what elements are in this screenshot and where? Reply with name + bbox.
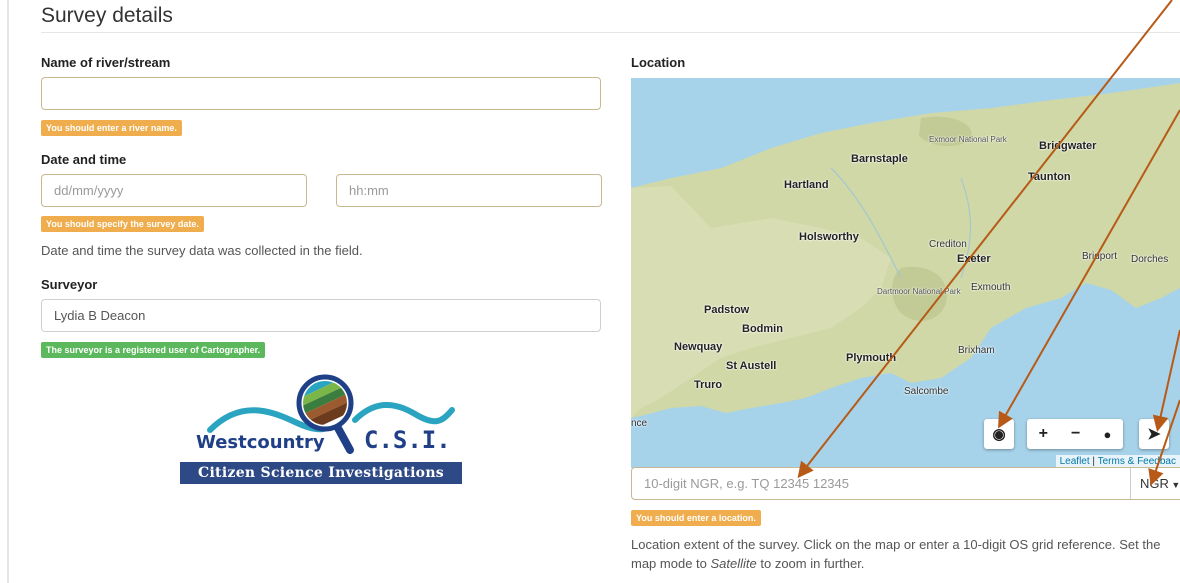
place-label: Newquay <box>674 341 723 353</box>
place-label: Taunton <box>1028 171 1071 183</box>
place-label: Padstow <box>704 304 750 316</box>
left-border <box>7 0 9 583</box>
surveyor-label: Surveyor <box>41 277 98 292</box>
location-help-end: to zoom in further. <box>756 556 865 571</box>
leaflet-link[interactable]: Leaflet <box>1060 456 1090 467</box>
place-label: Dorches <box>1131 254 1169 265</box>
date-warning-badge: You should specify the survey date. <box>41 216 204 232</box>
location-warning-badge: You should enter a location. <box>631 510 761 526</box>
place-label: Bridgwater <box>1039 140 1097 152</box>
park-label: Exmoor National Park <box>929 135 1007 144</box>
place-label: St Austell <box>726 360 777 372</box>
caret-down-icon: ▼ <box>1168 480 1180 490</box>
marker-icon[interactable]: ● <box>1104 427 1112 442</box>
place-label: Hartland <box>784 179 829 191</box>
park-label: Dartmoor National Park <box>877 287 961 296</box>
ngr-mode-dropdown[interactable]: NGR ▼ <box>1130 468 1180 499</box>
ngr-field-group: 10-digit NGR, e.g. TQ 12345 12345 NGR ▼ <box>631 467 1180 500</box>
time-input[interactable]: hh:mm <box>336 174 602 207</box>
place-label: Truro <box>694 379 723 391</box>
locate-arrow-icon: ➤ <box>1147 426 1161 443</box>
place-label: nce <box>631 418 648 429</box>
surveyor-status-badge: The surveyor is a registered user of Car… <box>41 342 266 358</box>
date-placeholder: dd/mm/yyyy <box>54 183 124 198</box>
date-input[interactable]: dd/mm/yyyy <box>41 174 307 207</box>
location-label: Location <box>631 55 686 70</box>
place-label: Exmouth <box>971 282 1011 293</box>
location-help: Location extent of the survey. Click on … <box>631 535 1180 573</box>
section-title: Survey details <box>41 4 173 27</box>
datetime-label: Date and time <box>41 152 127 167</box>
westcountry-csi-logo: Westcountry C.S.I. Citizen Science Inves… <box>180 370 462 486</box>
ngr-input[interactable]: 10-digit NGR, e.g. TQ 12345 12345 <box>644 468 849 499</box>
attribution-separator: | <box>1089 456 1098 467</box>
logo-westcountry-text: Westcountry <box>196 432 325 453</box>
surveyor-value: Lydia B Deacon <box>54 308 146 323</box>
time-placeholder: hh:mm <box>349 183 389 198</box>
title-divider <box>41 32 1180 33</box>
location-map[interactable]: Barnstaple Bridgwater Taunton Hartland H… <box>631 78 1180 468</box>
layers-button[interactable]: ◉ <box>984 419 1014 449</box>
satellite-emphasis: Satellite <box>710 556 757 571</box>
place-label: Plymouth <box>846 352 897 364</box>
place-label: Bodmin <box>742 323 783 335</box>
locate-button[interactable]: ➤ <box>1139 419 1169 449</box>
place-label: Salcombe <box>904 386 949 397</box>
zoom-out-button[interactable]: − <box>1071 425 1080 443</box>
place-label: Exeter <box>957 253 991 265</box>
logo-csi-text: C.S.I. <box>364 426 451 454</box>
place-label: Brixham <box>958 345 995 356</box>
place-label: Bridport <box>1082 251 1118 262</box>
zoom-control: + − ● <box>1027 419 1123 449</box>
surveyor-input[interactable]: Lydia B Deacon <box>41 299 601 332</box>
place-label: Holsworthy <box>799 231 859 243</box>
zoom-in-button[interactable]: + <box>1039 425 1048 443</box>
river-label: Name of river/stream <box>41 55 171 70</box>
datetime-help: Date and time the survey data was collec… <box>41 243 363 258</box>
ngr-mode-label: NGR <box>1140 476 1169 491</box>
globe-icon: ◉ <box>992 426 1006 443</box>
map-tiles <box>631 78 1180 468</box>
terms-link[interactable]: Terms & Feedbac <box>1098 456 1176 467</box>
place-label: Barnstaple <box>851 153 908 165</box>
logo-tagline: Citizen Science Investigations <box>180 462 462 484</box>
river-warning-badge: You should enter a river name. <box>41 120 182 136</box>
place-label: Crediton <box>929 239 967 250</box>
river-name-input[interactable] <box>41 77 601 110</box>
